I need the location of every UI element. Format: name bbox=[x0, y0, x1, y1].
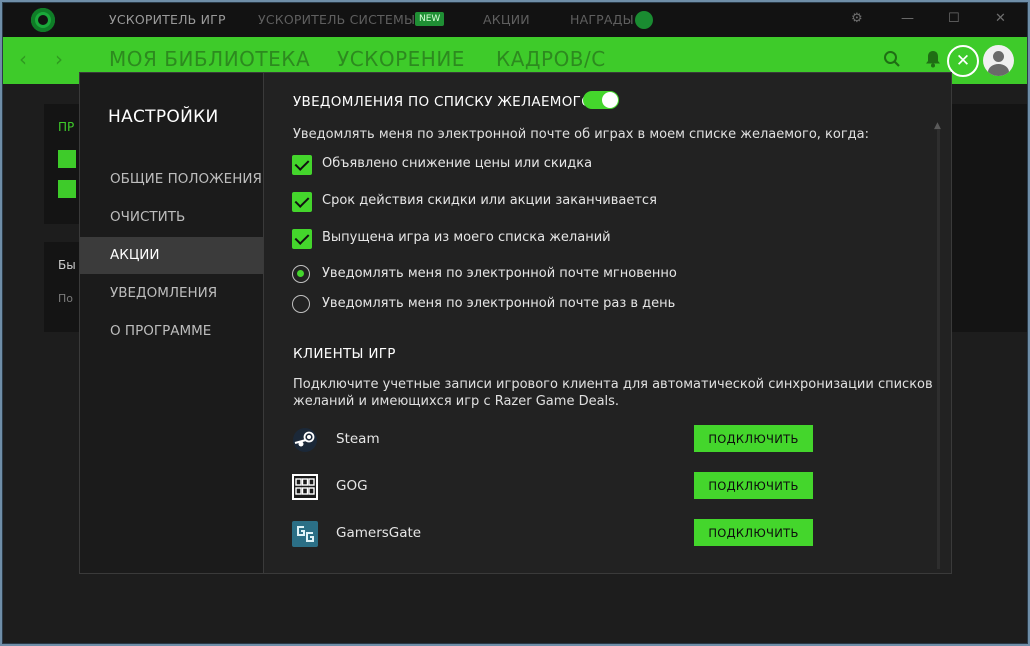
radio-button-selected[interactable] bbox=[292, 265, 310, 283]
sidebar-item-general[interactable]: ОБЩИЕ ПОЛОЖЕНИЯ bbox=[80, 161, 263, 198]
maximize-button[interactable]: ☐ bbox=[948, 11, 960, 26]
search-icon[interactable] bbox=[883, 50, 901, 72]
radio-button[interactable] bbox=[292, 295, 310, 313]
connect-steam-button[interactable]: ПОДКЛЮЧИТЬ bbox=[694, 425, 813, 452]
tab-my-library[interactable]: МОЯ БИБЛИОТЕКА bbox=[109, 47, 310, 71]
background-checkbox bbox=[58, 150, 76, 168]
wishlist-description: Уведомлять меня по электронной почте об … bbox=[293, 127, 870, 142]
background-card-1: ПР bbox=[44, 104, 84, 224]
tab-deals[interactable]: АКЦИИ bbox=[483, 12, 530, 27]
new-badge: NEW bbox=[415, 12, 445, 26]
back-arrow-icon[interactable]: ‹ bbox=[19, 47, 27, 71]
game-clients-title: КЛИЕНТЫ ИГР bbox=[293, 346, 396, 362]
game-clients-description-line1: Подключите учетные записи игрового клиен… bbox=[293, 377, 933, 392]
notification-bell-icon[interactable] bbox=[925, 50, 941, 72]
tab-system-booster[interactable]: УСКОРИТЕЛЬ СИСТЕМЫ bbox=[258, 12, 415, 27]
game-clients-description-line2: желаний и имеющихся игр с Razer Game Dea… bbox=[293, 394, 620, 409]
background-card-text: По bbox=[58, 292, 74, 305]
window-close-button[interactable]: ✕ bbox=[995, 11, 1006, 26]
wishlist-section-title: УВЕДОМЛЕНИЯ ПО СПИСКУ ЖЕЛАЕМОГО bbox=[293, 94, 593, 110]
connect-gamersgate-button[interactable]: ПОДКЛЮЧИТЬ bbox=[694, 519, 813, 546]
avatar[interactable] bbox=[983, 45, 1014, 76]
settings-content: УВЕДОМЛЕНИЯ ПО СПИСКУ ЖЕЛАЕМОГО Уведомля… bbox=[264, 73, 950, 573]
steam-icon bbox=[292, 427, 318, 453]
tab-rewards[interactable]: НАГРАДЫ bbox=[570, 12, 634, 27]
background-card-label: ПР bbox=[58, 120, 75, 134]
wishlist-notifications-toggle[interactable] bbox=[583, 91, 619, 109]
client-row-steam: Steam ПОДКЛЮЧИТЬ bbox=[292, 425, 892, 455]
tab-boost[interactable]: УСКОРЕНИЕ bbox=[337, 47, 465, 71]
sidebar-item-clear[interactable]: ОЧИСТИТЬ bbox=[80, 199, 263, 236]
client-name: GamersGate bbox=[336, 525, 422, 541]
tab-game-booster[interactable]: УСКОРИТЕЛЬ ИГР bbox=[109, 12, 226, 27]
sidebar-item-notifications[interactable]: УВЕДОМЛЕНИЯ bbox=[80, 275, 263, 312]
sidebar-item-about[interactable]: О ПРОГРАММЕ bbox=[80, 313, 263, 350]
sidebar-item-deals[interactable]: АКЦИИ bbox=[80, 237, 263, 274]
client-row-gog: GOG ПОДКЛЮЧИТЬ bbox=[292, 472, 892, 502]
cortex-logo-icon bbox=[31, 8, 55, 32]
checkbox-checked[interactable] bbox=[292, 192, 312, 212]
minimize-button[interactable]: — bbox=[901, 11, 914, 26]
top-bar: УСКОРИТЕЛЬ ИГР УСКОРИТЕЛЬ СИСТЕМЫ NEW АК… bbox=[3, 3, 1027, 37]
connect-gog-button[interactable]: ПОДКЛЮЧИТЬ bbox=[694, 472, 813, 499]
settings-modal: НАСТРОЙКИ ОБЩИЕ ПОЛОЖЕНИЯ ОЧИСТИТЬ АКЦИИ… bbox=[79, 72, 952, 574]
settings-sidebar: НАСТРОЙКИ ОБЩИЕ ПОЛОЖЕНИЯ ОЧИСТИТЬ АКЦИИ… bbox=[80, 73, 264, 573]
checkbox-label: Выпущена игра из моего списка желаний bbox=[322, 230, 611, 245]
app-window: УСКОРИТЕЛЬ ИГР УСКОРИТЕЛЬ СИСТЕМЫ NEW АК… bbox=[3, 3, 1027, 643]
client-row-gamersgate: GamersGate ПОДКЛЮЧИТЬ bbox=[292, 519, 892, 549]
forward-arrow-icon[interactable]: › bbox=[55, 47, 63, 71]
checkbox-checked[interactable] bbox=[292, 229, 312, 249]
settings-title: НАСТРОЙКИ bbox=[108, 107, 219, 127]
checkbox-label: Объявлено снижение цены или скидка bbox=[322, 156, 593, 171]
checkbox-checked[interactable] bbox=[292, 155, 312, 175]
scrollbar[interactable] bbox=[937, 129, 940, 569]
settings-gear-icon[interactable]: ⚙ bbox=[851, 11, 863, 26]
client-name: Steam bbox=[336, 431, 380, 447]
checkbox-label: Срок действия скидки или акции заканчива… bbox=[322, 193, 657, 208]
background-card-label: Бы bbox=[58, 258, 76, 272]
background-checkbox bbox=[58, 180, 76, 198]
radio-label: Уведомлять меня по электронной почте раз… bbox=[322, 296, 676, 311]
rewards-icon bbox=[635, 11, 653, 29]
gog-icon bbox=[292, 474, 318, 500]
tab-fps[interactable]: КАДРОВ/С bbox=[496, 47, 606, 71]
gamersgate-icon bbox=[292, 521, 318, 547]
radio-label: Уведомлять меня по электронной почте мгн… bbox=[322, 266, 677, 281]
client-name: GOG bbox=[336, 478, 368, 494]
background-card-2: Бы По bbox=[44, 242, 84, 332]
background-card-right bbox=[950, 104, 1027, 332]
